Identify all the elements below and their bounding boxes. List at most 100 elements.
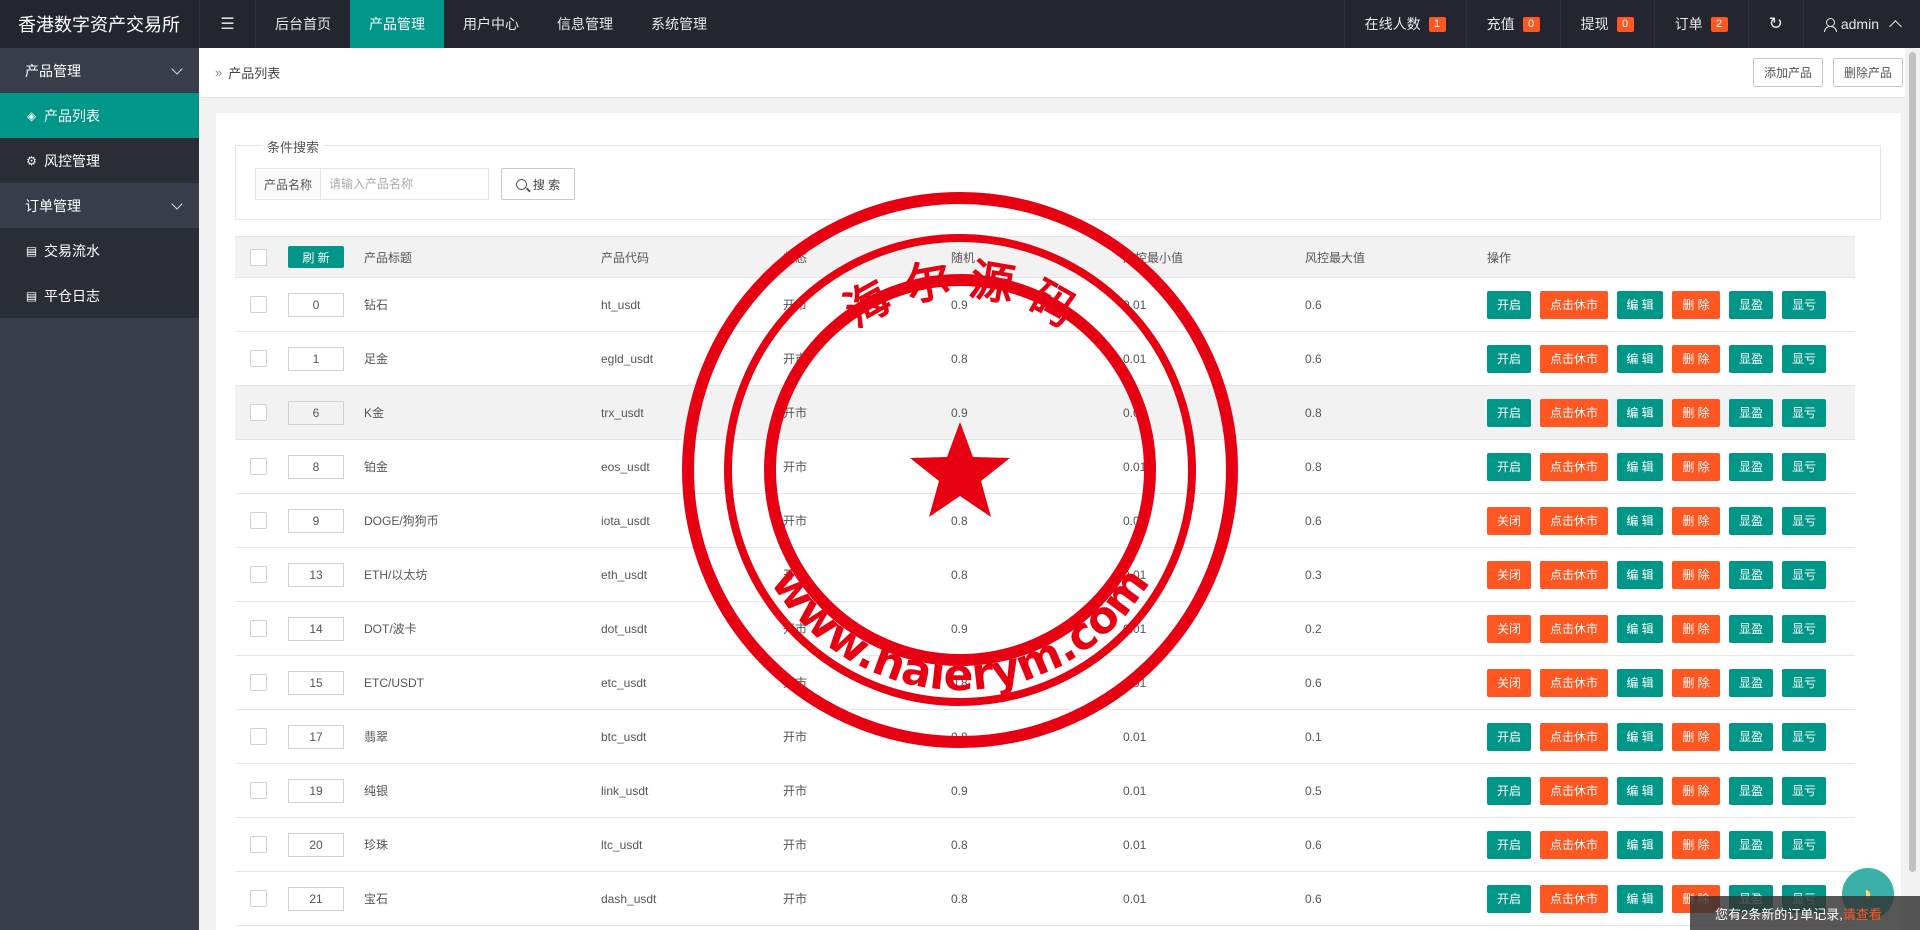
toggle-button[interactable]: 关闭 — [1487, 560, 1531, 589]
delete-button[interactable]: 删 除 — [1672, 722, 1720, 751]
rest-button[interactable]: 点击休市 — [1540, 344, 1608, 373]
edit-button[interactable]: 编 辑 — [1617, 290, 1663, 319]
sort-input[interactable]: 19 — [288, 778, 344, 803]
sort-input[interactable]: 15 — [288, 670, 344, 695]
show-profit-button[interactable]: 显盈 — [1729, 560, 1773, 589]
toggle-button[interactable]: 开启 — [1487, 722, 1531, 751]
refresh-page-button[interactable]: ↻ — [1747, 0, 1803, 48]
show-loss-button[interactable]: 显亏 — [1782, 290, 1826, 319]
row-checkbox[interactable] — [250, 404, 267, 421]
toggle-button[interactable]: 开启 — [1487, 884, 1531, 913]
sort-input[interactable]: 14 — [288, 616, 344, 641]
delete-product-button[interactable]: 删除产品 — [1832, 58, 1903, 87]
row-checkbox[interactable] — [250, 782, 267, 799]
rest-button[interactable]: 点击休市 — [1540, 398, 1608, 427]
toggle-button[interactable]: 关闭 — [1487, 668, 1531, 697]
row-checkbox[interactable] — [250, 566, 267, 583]
toggle-button[interactable]: 开启 — [1487, 452, 1531, 481]
nav-info[interactable]: 信息管理 — [538, 0, 632, 48]
row-checkbox[interactable] — [250, 458, 267, 475]
show-loss-button[interactable]: 显亏 — [1782, 668, 1826, 697]
sort-input[interactable]: 21 — [288, 886, 344, 911]
sidebar-item-log[interactable]: ▤ 平仓日志 — [0, 273, 199, 318]
delete-button[interactable]: 删 除 — [1672, 506, 1720, 535]
show-profit-button[interactable]: 显盈 — [1729, 614, 1773, 643]
show-profit-button[interactable]: 显盈 — [1729, 776, 1773, 805]
select-all-checkbox[interactable] — [250, 248, 267, 266]
delete-button[interactable]: 删 除 — [1672, 452, 1720, 481]
edit-button[interactable]: 编 辑 — [1617, 614, 1663, 643]
show-loss-button[interactable]: 显亏 — [1782, 830, 1826, 859]
edit-button[interactable]: 编 辑 — [1617, 452, 1663, 481]
sort-input[interactable]: 20 — [288, 832, 344, 857]
nav-users[interactable]: 用户中心 — [444, 0, 538, 48]
show-profit-button[interactable]: 显盈 — [1729, 506, 1773, 535]
edit-button[interactable]: 编 辑 — [1617, 560, 1663, 589]
order-link[interactable]: 订单 2 — [1653, 0, 1748, 48]
sidebar-group-orders[interactable]: 订单管理 — [0, 183, 199, 228]
sort-input[interactable]: 17 — [288, 724, 344, 749]
delete-button[interactable]: 删 除 — [1672, 614, 1720, 643]
menu-toggle-icon[interactable]: ☰ — [199, 0, 256, 48]
show-loss-button[interactable]: 显亏 — [1782, 560, 1826, 589]
sidebar-item-product-list[interactable]: ◈ 产品列表 — [0, 93, 199, 138]
show-loss-button[interactable]: 显亏 — [1782, 452, 1826, 481]
show-profit-button[interactable]: 显盈 — [1729, 452, 1773, 481]
rest-button[interactable]: 点击休市 — [1540, 722, 1608, 751]
delete-button[interactable]: 删 除 — [1672, 830, 1720, 859]
row-checkbox[interactable] — [250, 620, 267, 637]
edit-button[interactable]: 编 辑 — [1617, 776, 1663, 805]
toggle-button[interactable]: 开启 — [1487, 830, 1531, 859]
rest-button[interactable]: 点击休市 — [1540, 830, 1608, 859]
sidebar-group-products[interactable]: 产品管理 — [0, 48, 199, 93]
sort-input[interactable]: 13 — [288, 562, 344, 587]
show-profit-button[interactable]: 显盈 — [1729, 668, 1773, 697]
add-product-button[interactable]: 添加产品 — [1752, 58, 1823, 87]
toggle-button[interactable]: 关闭 — [1487, 506, 1531, 535]
show-loss-button[interactable]: 显亏 — [1782, 506, 1826, 535]
rest-button[interactable]: 点击休市 — [1540, 668, 1608, 697]
toggle-button[interactable]: 开启 — [1487, 344, 1531, 373]
toggle-button[interactable]: 开启 — [1487, 398, 1531, 427]
delete-button[interactable]: 删 除 — [1672, 668, 1720, 697]
toggle-button[interactable]: 开启 — [1487, 290, 1531, 319]
rest-button[interactable]: 点击休市 — [1540, 506, 1608, 535]
online-count[interactable]: 在线人数 1 — [1343, 0, 1466, 48]
toggle-button[interactable]: 关闭 — [1487, 614, 1531, 643]
show-profit-button[interactable]: 显盈 — [1729, 722, 1773, 751]
search-button[interactable]: 搜 索 — [501, 168, 575, 200]
edit-button[interactable]: 编 辑 — [1617, 506, 1663, 535]
sidebar-item-risk[interactable]: ⚙ 风控管理 — [0, 138, 199, 183]
nav-system[interactable]: 系统管理 — [632, 0, 726, 48]
row-checkbox[interactable] — [250, 836, 267, 853]
delete-button[interactable]: 删 除 — [1672, 290, 1720, 319]
rest-button[interactable]: 点击休市 — [1540, 884, 1608, 913]
edit-button[interactable]: 编 辑 — [1617, 398, 1663, 427]
edit-button[interactable]: 编 辑 — [1617, 668, 1663, 697]
recharge-link[interactable]: 充值 0 — [1465, 0, 1560, 48]
sort-input[interactable]: 1 — [288, 346, 344, 371]
rest-button[interactable]: 点击休市 — [1540, 776, 1608, 805]
row-checkbox[interactable] — [250, 728, 267, 745]
edit-button[interactable]: 编 辑 — [1617, 722, 1663, 751]
nav-products[interactable]: 产品管理 — [350, 0, 444, 48]
sort-input[interactable]: 6 — [288, 400, 344, 425]
row-checkbox[interactable] — [250, 674, 267, 691]
sort-input[interactable]: 9 — [288, 508, 344, 533]
rest-button[interactable]: 点击休市 — [1540, 560, 1608, 589]
scroll-thumb[interactable] — [1909, 52, 1916, 872]
sort-input[interactable]: 0 — [288, 292, 344, 317]
rest-button[interactable]: 点击休市 — [1540, 290, 1608, 319]
delete-button[interactable]: 删 除 — [1672, 560, 1720, 589]
row-checkbox[interactable] — [250, 890, 267, 907]
nav-home[interactable]: 后台首页 — [256, 0, 350, 48]
show-loss-button[interactable]: 显亏 — [1782, 398, 1826, 427]
user-menu[interactable]: admin — [1802, 0, 1920, 48]
show-profit-button[interactable]: 显盈 — [1729, 290, 1773, 319]
row-checkbox[interactable] — [250, 296, 267, 313]
sidebar-item-flow[interactable]: ▤ 交易流水 — [0, 228, 199, 273]
product-name-input[interactable] — [320, 168, 490, 200]
rest-button[interactable]: 点击休市 — [1540, 614, 1608, 643]
page-scrollbar[interactable] — [1905, 48, 1920, 930]
row-checkbox[interactable] — [250, 350, 267, 367]
